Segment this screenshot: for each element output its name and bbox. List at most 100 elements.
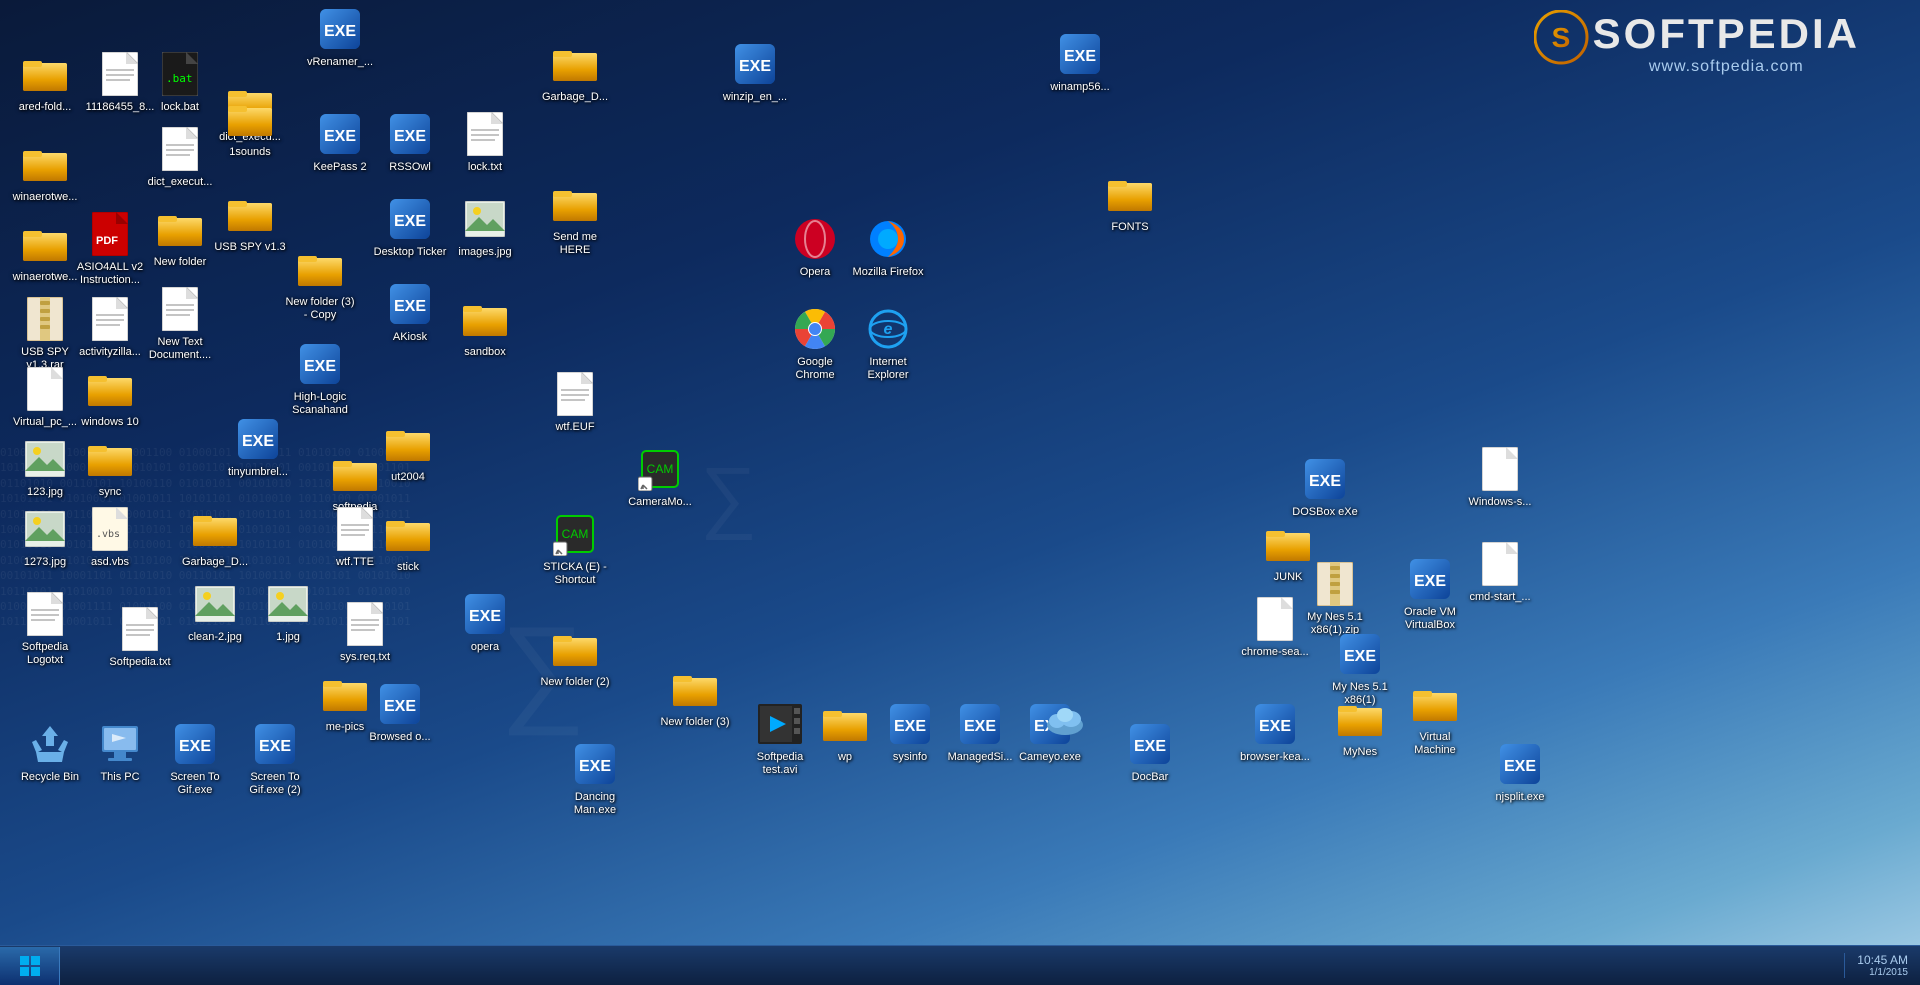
icon-dict_execut2[interactable]: dict_execut...: [140, 125, 220, 190]
icon-opera-exe[interactable]: EXE opera: [445, 590, 525, 655]
icon-Internet-Explorer[interactable]: e Internet Explorer: [848, 305, 928, 383]
icon-KeePass2[interactable]: EXE KeePass 2: [300, 110, 380, 175]
icon-Send-me-HERE[interactable]: Send me HERE: [535, 180, 615, 258]
icon-njsplit-exe[interactable]: EXE njsplit.exe: [1480, 740, 1560, 805]
icon-img-ManagedSi: EXE: [956, 700, 1004, 748]
icon-img-Garbage-D: [551, 40, 599, 88]
icon-sandbox[interactable]: sandbox: [445, 295, 525, 360]
icon-Virtual-Machine[interactable]: Virtual Machine: [1395, 680, 1475, 758]
icon-winaerotwe[interactable]: winaerotwe...: [5, 140, 85, 205]
icon-DocBar[interactable]: EXE DocBar: [1110, 720, 1190, 785]
icon-MyNes[interactable]: MyNes: [1320, 695, 1400, 760]
icon-asd-vbs[interactable]: .vbs asd.vbs: [70, 505, 150, 570]
icon-cloud-app[interactable]: [1025, 695, 1105, 747]
icon-New-folder-3-copy[interactable]: New folder (3) - Copy: [280, 245, 360, 323]
icon-New-folder-2[interactable]: New folder (2): [535, 625, 615, 690]
icon-activityzilla[interactable]: activityzilla...: [70, 295, 150, 360]
icon-High-Logic[interactable]: EXE High-Logic Scanahand: [280, 340, 360, 418]
icon-ManagedSi[interactable]: EXE ManagedSi...: [940, 700, 1020, 765]
icon-AKiosk[interactable]: EXE AKiosk: [370, 280, 450, 345]
icon-Garbage-D[interactable]: Garbage_D...: [535, 40, 615, 105]
icon-img-cmd-start: [1476, 540, 1524, 588]
icon-img-asd-vbs: .vbs: [86, 505, 134, 553]
icon-cmd-start[interactable]: cmd-start_...: [1460, 540, 1540, 605]
icon-FONTS[interactable]: FONTS: [1090, 170, 1170, 235]
icon-Softpedia-txt[interactable]: Softpedia.txt: [100, 605, 180, 670]
icon-Garbage-D2[interactable]: Garbage_D...: [175, 505, 255, 570]
icon-label-Windows-s: Windows-s...: [1466, 495, 1535, 510]
icon-1jpg[interactable]: 1.jpg: [248, 580, 328, 645]
icon-1sounds[interactable]: 1sounds: [210, 95, 290, 160]
icon-Mozilla-Firefox[interactable]: Mozilla Firefox: [848, 215, 928, 280]
icon-img-Google-Chrome: [791, 305, 839, 353]
icon-winzip-en[interactable]: EXE winzip_en_...: [715, 40, 795, 105]
icon-label-Softpedia-Logotxt: Softpedia Logotxt: [5, 640, 85, 668]
icon-label-wp: wp: [835, 750, 855, 765]
icon-img-11186455_8: [96, 50, 144, 98]
icon-stick[interactable]: stick: [368, 510, 448, 575]
icon-DOSBox-eXe[interactable]: EXE DOSBox eXe: [1285, 455, 1365, 520]
icon-label-Screen-To-Gif: Screen To Gif.exe: [155, 770, 235, 798]
icon-Softpedia-Logotxt[interactable]: Softpedia Logotxt: [5, 590, 85, 668]
svg-text:EXE: EXE: [894, 718, 926, 735]
icon-label-wtf-EUF: wtf.EUF: [552, 420, 597, 435]
icon-vRenamer[interactable]: EXE vRenamer_...: [300, 5, 380, 70]
icon-label-Desktop-Ticker: Desktop Ticker: [371, 245, 450, 260]
icon-ASIO4ALL[interactable]: PDF ASIO4ALL v2 Instruction...: [70, 210, 150, 288]
icon-STICKA-shortcut[interactable]: CAM STICKA (E) - Shortcut: [535, 510, 615, 588]
icon-winamp56[interactable]: EXE winamp56...: [1040, 30, 1120, 95]
icon-label-ASIO4ALL: ASIO4ALL v2 Instruction...: [70, 260, 150, 288]
icon-img-vRenamer: EXE: [316, 5, 364, 53]
icon-Browsedot[interactable]: EXE Browsed o...: [360, 680, 440, 745]
icon-New-folder[interactable]: New folder: [140, 205, 220, 270]
icon-label-ManagedSi: ManagedSi...: [945, 750, 1016, 765]
icon-windows10[interactable]: windows 10: [70, 365, 150, 430]
icon-label-images-jpg: images.jpg: [455, 245, 514, 260]
icon-sync[interactable]: sync: [70, 435, 150, 500]
icon-Screen-To-Gif-2[interactable]: EXE Screen To Gif.exe (2): [235, 720, 315, 798]
icon-ared-fold[interactable]: ared-fold...: [5, 50, 85, 115]
icon-RSSOwl[interactable]: EXE RSSOwl: [370, 110, 450, 175]
icon-Oracle-VM[interactable]: EXE Oracle VM VirtualBox: [1390, 555, 1470, 633]
start-button[interactable]: [0, 947, 60, 985]
svg-text:EXE: EXE: [1309, 473, 1341, 490]
icon-img-DocBar: EXE: [1126, 720, 1174, 768]
icon-chrome-sea[interactable]: chrome-sea...: [1235, 595, 1315, 660]
icon-New-Text-Doc[interactable]: New Text Document....: [140, 285, 220, 363]
svg-text:CAM: CAM: [647, 462, 674, 476]
icon-lock-txt[interactable]: lock.txt: [445, 110, 525, 175]
svg-text:EXE: EXE: [964, 718, 996, 735]
icon-USB-SPY[interactable]: USB SPY v1.3: [210, 190, 290, 255]
icon-label-DOSBox-eXe: DOSBox eXe: [1289, 505, 1360, 520]
icon-img-tinyumbrel: EXE: [234, 415, 282, 463]
icon-wtf-EUF[interactable]: wtf.EUF: [535, 370, 615, 435]
icon-lock-bat[interactable]: .bat lock.bat: [140, 50, 220, 115]
icon-Recycle-Bin[interactable]: Recycle Bin: [10, 720, 90, 785]
icon-sys-req-txt[interactable]: sys.req.txt: [325, 600, 405, 665]
icon-label-Recycle-Bin: Recycle Bin: [18, 770, 82, 785]
icon-Desktop-Ticker[interactable]: EXE Desktop Ticker: [370, 195, 450, 260]
icon-img-cloud-app: [1041, 695, 1089, 743]
icon-Screen-To-Gif[interactable]: EXE Screen To Gif.exe: [155, 720, 235, 798]
icon-img-CameraMo: CAM: [636, 445, 684, 493]
date: 1/1/2015: [1857, 967, 1908, 978]
svg-text:EXE: EXE: [394, 213, 426, 230]
icon-img-Garbage-D2: [191, 505, 239, 553]
icon-browser-kea[interactable]: EXE browser-kea...: [1235, 700, 1315, 765]
desktop: S SOFTPEDIA www.softpedia.com 01001101 0…: [0, 0, 1920, 985]
icon-Dancing-man[interactable]: EXE Dancing Man.exe: [555, 740, 635, 818]
icon-clean-2jpg[interactable]: clean-2.jpg: [175, 580, 255, 645]
icon-New-folder-3[interactable]: New folder (3): [655, 665, 735, 730]
icon-tinyumbrel[interactable]: EXE tinyumbrel...: [218, 415, 298, 480]
icon-CameraMo[interactable]: CAM CameraMo...: [620, 445, 700, 510]
icon-This-PC[interactable]: This PC: [80, 720, 160, 785]
icon-images-jpg[interactable]: images.jpg: [445, 195, 525, 260]
icon-label-FONTS: FONTS: [1108, 220, 1151, 235]
svg-text:EXE: EXE: [579, 758, 611, 775]
icon-label-winaerotwe: winaerotwe...: [10, 190, 81, 205]
icon-Windows-s[interactable]: Windows-s...: [1460, 445, 1540, 510]
icon-sysinfo[interactable]: EXE sysinfo: [870, 700, 950, 765]
icon-Opera[interactable]: Opera: [775, 215, 855, 280]
icon-img-Browsedot: EXE: [376, 680, 424, 728]
icon-Google-Chrome[interactable]: Google Chrome: [775, 305, 855, 383]
